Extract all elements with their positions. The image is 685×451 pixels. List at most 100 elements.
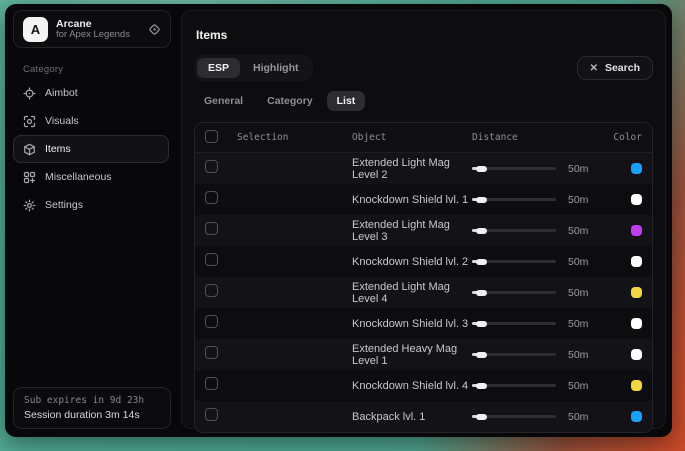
app-window: A Arcane for Apex Legends Category Aimbo… <box>5 4 672 437</box>
sidebar-item-miscellaneous[interactable]: Miscellaneous <box>13 163 169 191</box>
aimbot-icon <box>23 87 36 100</box>
view-tab-category[interactable]: Category <box>257 91 323 111</box>
settings-icon <box>23 199 36 212</box>
color-swatch[interactable] <box>631 380 642 391</box>
color-swatch[interactable] <box>631 287 642 298</box>
slider-thumb[interactable] <box>476 166 487 172</box>
sidebar-item-label: Items <box>45 143 71 155</box>
distance-value: 50m <box>568 287 588 299</box>
row-checkbox[interactable] <box>205 346 218 359</box>
view-tab-list[interactable]: List <box>327 91 366 111</box>
table-row: Knockdown Shield lvl. 1 50m <box>195 184 652 215</box>
distance-value: 50m <box>568 318 588 330</box>
page-title: Items <box>196 28 653 42</box>
slider-thumb[interactable] <box>476 383 487 389</box>
view-tab-group: GeneralCategoryList <box>194 91 653 111</box>
row-checkbox[interactable] <box>205 191 218 204</box>
select-all-checkbox[interactable] <box>205 130 218 143</box>
column-header-distance: Distance <box>472 132 604 143</box>
sidebar-nav: Aimbot Visuals Items Miscellaneous Setti… <box>5 79 177 219</box>
items-table: Selection Object Distance Color Extended… <box>194 122 653 433</box>
table-header: Selection Object Distance Color <box>195 123 652 153</box>
distance-slider[interactable] <box>472 195 556 205</box>
table-row: Knockdown Shield lvl. 3 50m <box>195 308 652 339</box>
row-checkbox[interactable] <box>205 160 218 173</box>
distance-value: 50m <box>568 349 588 361</box>
distance-value: 50m <box>568 411 588 423</box>
diamond-badge-icon[interactable] <box>148 23 161 36</box>
distance-slider[interactable] <box>472 257 556 267</box>
slider-thumb[interactable] <box>476 259 487 265</box>
search-button-label: Search <box>605 62 640 74</box>
mode-tab-group: ESPHighlight <box>194 55 313 81</box>
distance-slider[interactable] <box>472 412 556 422</box>
slider-thumb[interactable] <box>476 352 487 358</box>
color-swatch[interactable] <box>631 318 642 329</box>
row-checkbox[interactable] <box>205 222 218 235</box>
color-swatch[interactable] <box>631 411 642 422</box>
distance-value: 50m <box>568 380 588 392</box>
sidebar-section-label: Category <box>23 64 177 75</box>
miscellaneous-icon <box>23 171 36 184</box>
tab-highlight[interactable]: Highlight <box>242 58 310 78</box>
distance-slider[interactable] <box>472 350 556 360</box>
distance-slider[interactable] <box>472 288 556 298</box>
app-logo: A <box>23 17 48 42</box>
tab-esp[interactable]: ESP <box>197 58 240 78</box>
distance-value: 50m <box>568 256 588 268</box>
color-swatch[interactable] <box>631 225 642 236</box>
sidebar-item-visuals[interactable]: Visuals <box>13 107 169 135</box>
color-swatch[interactable] <box>631 163 642 174</box>
object-label: Extended Light Mag Level 3 <box>352 219 472 243</box>
row-checkbox[interactable] <box>205 284 218 297</box>
row-checkbox[interactable] <box>205 377 218 390</box>
status-card: Sub expires in 9d 23h Session duration 3… <box>13 387 171 429</box>
color-swatch[interactable] <box>631 349 642 360</box>
column-header-selection: Selection <box>237 132 352 143</box>
sidebar-item-settings[interactable]: Settings <box>13 191 169 219</box>
search-button[interactable]: ✕ Search <box>577 56 653 80</box>
slider-thumb[interactable] <box>476 321 487 327</box>
row-checkbox[interactable] <box>205 315 218 328</box>
app-title: Arcane <box>56 18 130 30</box>
table-row: Knockdown Shield lvl. 4 50m <box>195 370 652 401</box>
slider-thumb[interactable] <box>476 290 487 296</box>
sidebar-item-label: Aimbot <box>45 87 78 99</box>
object-label: Knockdown Shield lvl. 3 <box>352 318 472 330</box>
object-label: Knockdown Shield lvl. 1 <box>352 194 472 206</box>
search-shortcut-icon: ✕ <box>590 63 598 74</box>
row-checkbox[interactable] <box>205 253 218 266</box>
view-tab-general[interactable]: General <box>194 91 253 111</box>
object-label: Extended Heavy Mag Level 1 <box>352 343 472 367</box>
object-label: Knockdown Shield lvl. 4 <box>352 380 472 392</box>
sub-expiry-text: Sub expires in 9d 23h <box>24 395 160 406</box>
distance-value: 50m <box>568 163 588 175</box>
slider-thumb[interactable] <box>476 414 487 420</box>
column-header-object: Object <box>352 132 472 143</box>
app-subtitle: for Apex Legends <box>56 30 130 41</box>
logo-card: A Arcane for Apex Legends <box>13 10 171 48</box>
sidebar-item-aimbot[interactable]: Aimbot <box>13 79 169 107</box>
session-duration-text: Session duration 3m 14s <box>24 409 160 421</box>
distance-value: 50m <box>568 225 588 237</box>
distance-slider[interactable] <box>472 226 556 236</box>
row-checkbox[interactable] <box>205 408 218 421</box>
distance-slider[interactable] <box>472 319 556 329</box>
slider-thumb[interactable] <box>476 228 487 234</box>
main-panel: Items ESPHighlight ✕ Search GeneralCateg… <box>181 10 666 429</box>
sidebar-item-items[interactable]: Items <box>13 135 169 163</box>
distance-slider[interactable] <box>472 164 556 174</box>
distance-value: 50m <box>568 194 588 206</box>
object-label: Backpack lvl. 1 <box>352 411 472 423</box>
slider-thumb[interactable] <box>476 197 487 203</box>
color-swatch[interactable] <box>631 256 642 267</box>
color-swatch[interactable] <box>631 194 642 205</box>
table-row: Extended Light Mag Level 3 50m <box>195 215 652 246</box>
distance-slider[interactable] <box>472 381 556 391</box>
sidebar-item-label: Settings <box>45 199 83 211</box>
table-row: Extended Heavy Mag Level 1 50m <box>195 339 652 370</box>
object-label: Knockdown Shield lvl. 2 <box>352 256 472 268</box>
sidebar: A Arcane for Apex Legends Category Aimbo… <box>5 4 177 437</box>
visuals-icon <box>23 115 36 128</box>
sidebar-item-label: Miscellaneous <box>45 171 112 183</box>
